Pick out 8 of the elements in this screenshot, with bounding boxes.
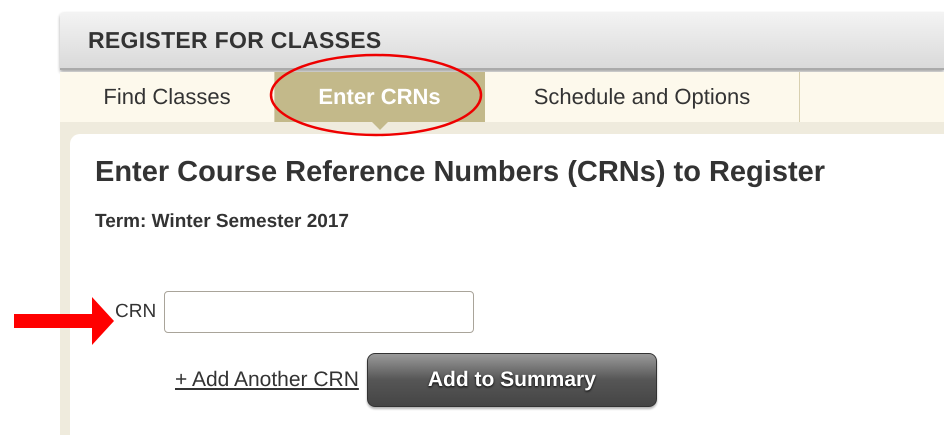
add-to-summary-button[interactable]: Add to Summary [366, 353, 657, 407]
panel-title: REGISTER FOR CLASSES [88, 26, 382, 54]
term-label: Term: Winter Semester 2017 [95, 211, 350, 233]
crn-label: CRN [115, 301, 156, 323]
crn-input-field[interactable] [164, 291, 474, 333]
page-heading: Enter Course Reference Numbers (CRNs) to Register [95, 156, 826, 189]
add-another-link[interactable]: + Add Another CRN [175, 368, 359, 392]
arrow-icon [14, 297, 114, 345]
